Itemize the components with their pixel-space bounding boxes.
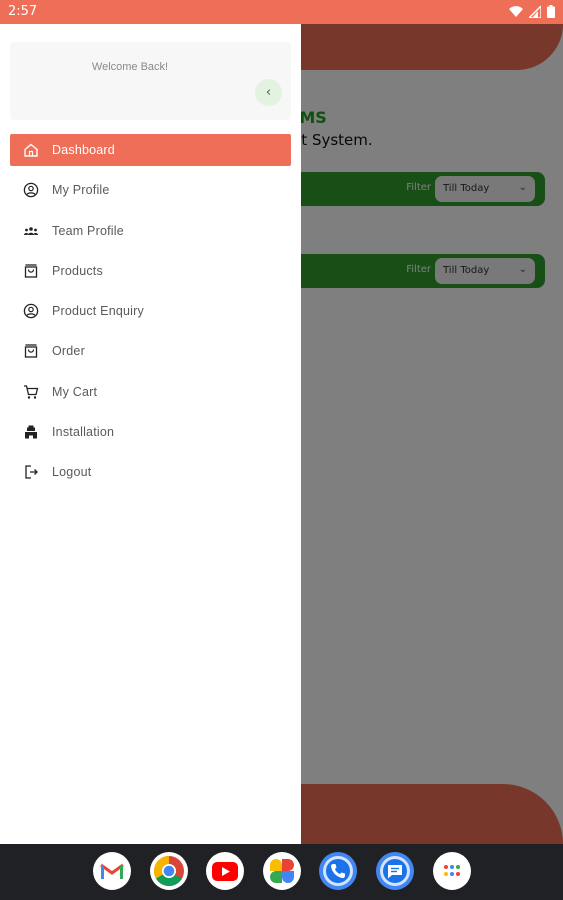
- menu-item-label: My Cart: [52, 384, 98, 399]
- account-circle-icon: [10, 182, 52, 198]
- logout-icon: [10, 464, 52, 480]
- collapse-drawer-button[interactable]: ‹: [255, 79, 282, 106]
- dock-apps: [93, 852, 471, 890]
- home-icon: [10, 142, 52, 158]
- menu-item-label: Products: [52, 263, 103, 278]
- installation-icon: [10, 424, 52, 440]
- menu-item-products[interactable]: Products: [10, 255, 291, 287]
- team-icon: [10, 223, 52, 239]
- menu-item-logout[interactable]: Logout: [10, 456, 291, 488]
- status-icons: [509, 5, 555, 18]
- chrome-icon[interactable]: [149, 852, 188, 890]
- menu-item-label: Logout: [52, 465, 92, 480]
- shopping-bag-icon: [10, 343, 52, 359]
- battery-icon: [547, 5, 555, 18]
- menu-item-label: Product Enquiry: [52, 304, 144, 319]
- wifi-icon: [509, 5, 523, 17]
- menu-item-team-profile[interactable]: Team Profile: [10, 215, 291, 247]
- navigation-drawer: Welcome Back! ‹ Dashboard My Profile Tea…: [0, 24, 301, 844]
- youtube-icon[interactable]: [206, 852, 245, 890]
- messages-icon[interactable]: [375, 852, 414, 890]
- menu-item-dashboard[interactable]: Dashboard: [10, 134, 291, 166]
- menu-item-order[interactable]: Order: [10, 335, 291, 367]
- menu-item-label: Team Profile: [52, 223, 124, 238]
- menu-item-my-profile[interactable]: My Profile: [10, 174, 291, 206]
- menu-item-my-cart[interactable]: My Cart: [10, 376, 291, 408]
- gmail-icon[interactable]: [93, 852, 131, 890]
- status-bar: 2:57: [0, 0, 563, 24]
- signal-icon: [529, 5, 541, 18]
- menu-item-label: Installation: [52, 425, 115, 440]
- app-drawer-icon[interactable]: [432, 852, 471, 890]
- status-time: 2:57: [8, 4, 38, 19]
- system-dock: [0, 844, 563, 900]
- drawer-header: Welcome Back! ‹: [10, 42, 291, 120]
- welcome-text: Welcome Back!: [91, 61, 169, 73]
- menu-item-label: Dashboard: [52, 143, 115, 157]
- menu-item-product-enquiry[interactable]: Product Enquiry: [10, 295, 291, 327]
- drawer-menu: Dashboard My Profile Team Profile Produc…: [10, 134, 291, 497]
- menu-item-installation[interactable]: Installation: [10, 416, 291, 448]
- menu-item-label: Order: [52, 344, 85, 359]
- chevron-left-icon: ‹: [265, 85, 272, 100]
- account-circle-icon: [10, 303, 52, 319]
- menu-item-label: My Profile: [52, 183, 110, 198]
- cart-icon: [10, 384, 52, 400]
- shopping-bag-icon: [10, 263, 52, 279]
- photos-icon[interactable]: [262, 852, 301, 890]
- phone-icon[interactable]: [319, 852, 358, 890]
